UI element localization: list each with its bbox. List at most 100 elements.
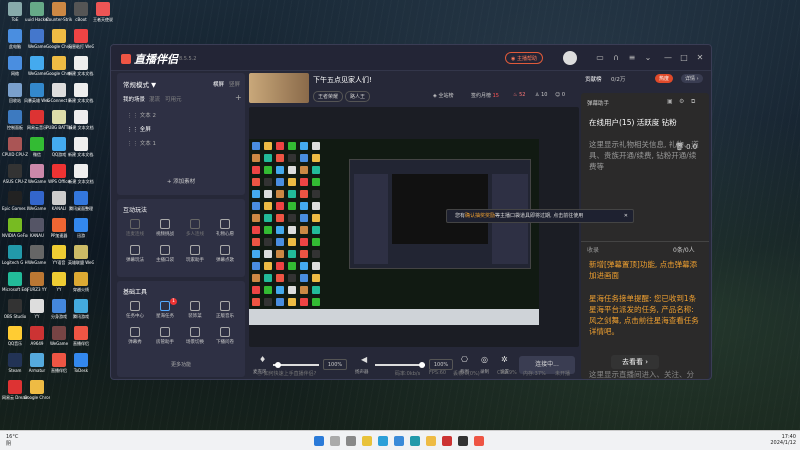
tab-mix[interactable]: 混流	[149, 95, 160, 103]
tool-song-request[interactable]: 弹幕点歌	[211, 245, 239, 263]
chrome-icon[interactable]	[426, 436, 436, 446]
quick-start-link[interactable]: ⓘ 如何快速上手直播伴侣?	[257, 370, 316, 377]
settings-dropdown-icon[interactable]: ⌄	[643, 53, 653, 63]
scene-item[interactable]: ⋮⋮ 文本 1	[127, 139, 156, 147]
add-scene-icon[interactable]: +	[235, 93, 242, 102]
start-icon[interactable]	[314, 436, 324, 446]
fans-rank[interactable]: 签约月榜 15	[471, 92, 499, 99]
scene-item[interactable]: ⋮⋮ 文本 2	[127, 111, 156, 119]
screenshot-icon[interactable]: ⎔	[461, 355, 468, 364]
tool-decoration[interactable]: 装饰菜	[181, 301, 209, 319]
speaker-icon[interactable]: ◀	[361, 355, 367, 364]
settings-icon[interactable]: ✲	[501, 355, 508, 364]
mic-volume-slider[interactable]	[273, 362, 319, 368]
category-tag[interactable]: 王者荣耀	[313, 91, 344, 102]
close-icon[interactable]: ✕	[624, 210, 628, 222]
mic-icon[interactable]: ♦	[259, 355, 266, 364]
tool-end-survey[interactable]: 下播问卷	[211, 327, 239, 345]
maximize-icon[interactable]: □	[679, 53, 689, 63]
desktop-icon[interactable]: 腾讯游戏	[68, 299, 94, 329]
app-icon	[8, 326, 22, 340]
desktop-icon[interactable]: 新建 文本文档.txt	[68, 56, 94, 86]
weather-widget[interactable]: 16°C 阴	[6, 434, 18, 447]
expiring-items-notice[interactable]: 您有确认抽奖奖励等主播口袋道具即将过期, 点击前往使用 ✕	[446, 209, 634, 223]
desktop-icon[interactable]: 王者天使说	[90, 2, 116, 32]
desktop-icon[interactable]: 无害粘打 WeGame	[68, 29, 94, 59]
live-companion-taskbar-icon[interactable]	[474, 436, 484, 446]
tool-multi-link[interactable]: 多人连线	[181, 219, 209, 237]
scene-item[interactable]: ⋮⋮ 全屏	[127, 125, 151, 133]
record-icon[interactable]: ◎	[481, 355, 488, 364]
desktop-icon[interactable]: 英雄联盟 WeGame	[68, 245, 94, 275]
feature-notice[interactable]: 新增[弹幕置顶]功能, 点击弹幕添加进画面	[589, 259, 701, 281]
star-task-notice[interactable]: 星海任务接单提醒: 您已收到1条星海平台派发的任务, 产品名称: 风之剑舞, 点…	[589, 293, 701, 363]
desktop-icon[interactable]: 新建 文本文档.txt	[68, 83, 94, 113]
desktop-icon[interactable]: ToDesk	[68, 353, 94, 383]
tab-my-scenes[interactable]: 我的场景	[123, 95, 145, 103]
clock[interactable]: 17:40 2024/1/12	[760, 434, 796, 446]
tool-gift-wish[interactable]: 礼物心愿	[211, 219, 239, 237]
search-icon[interactable]	[330, 436, 340, 446]
hot-button[interactable]: 热度	[655, 74, 674, 83]
title-bar: 直播伴侣 8.5.5.2 ◉ 主播帮助 ▭ ∩ ≡ ⌄ — □ ✕	[111, 45, 711, 71]
add-source-button[interactable]: + 添加素材	[117, 177, 245, 185]
desktop-icon-label: 英雄联盟 WeGame	[68, 260, 94, 265]
tool-link-mic[interactable]: 连麦连线	[121, 219, 149, 237]
avatar[interactable]	[563, 51, 577, 65]
desktop-icon[interactable]: Google Chrome	[24, 380, 50, 410]
mode-selector[interactable]: 常规模式 ▼	[123, 79, 156, 89]
popout-icon[interactable]: ⧉	[691, 98, 695, 106]
cover-thumbnail[interactable]	[249, 73, 309, 103]
contribution-tab[interactable]: 贡献榜	[585, 75, 602, 83]
file-explorer-icon[interactable]	[362, 436, 372, 446]
task-view-icon[interactable]	[346, 436, 356, 446]
captured-icon	[288, 274, 296, 282]
streamer-help-button[interactable]: ◉ 主播帮助	[505, 52, 543, 64]
tool-video-challenge[interactable]: 视频挑战	[151, 219, 179, 237]
music-app-icon[interactable]	[442, 436, 452, 446]
filter-icon[interactable]: ▣	[667, 98, 673, 105]
notice-link[interactable]: 确认抽奖奖励	[465, 213, 495, 219]
tool-star-task[interactable]: 星海任务 1	[151, 298, 179, 319]
detail-button[interactable]: 详情 ›	[681, 74, 703, 83]
tool-room-manager[interactable]: 房管助手	[151, 327, 179, 345]
tool-danmaku-game[interactable]: 弹幕玩法	[121, 245, 149, 263]
score-value: 🗑 0.0	[675, 143, 698, 151]
chat-icon[interactable]: ▭	[595, 53, 605, 63]
edge-icon[interactable]	[378, 436, 388, 446]
tool-scene-switch[interactable]: 场景切换	[181, 327, 209, 345]
live-preview[interactable]	[249, 107, 579, 347]
all-site-rank[interactable]: ◈ 全站榜	[433, 92, 453, 99]
desktop-icon[interactable]: 穿越火线	[68, 272, 94, 302]
desktop-icon[interactable]: 直播伴侣	[68, 326, 94, 356]
speaker-volume-slider[interactable]	[375, 362, 425, 368]
tool-music[interactable]: 正版音乐	[211, 301, 239, 319]
decoration-icon	[190, 301, 200, 311]
app-icon	[74, 218, 88, 232]
tool-task-center[interactable]: 任务中心	[121, 301, 149, 319]
minimize-icon[interactable]: —	[663, 53, 673, 63]
tool-streamer-pocket[interactable]: 主播口袋	[151, 245, 179, 263]
desktop-icon[interactable]: 腾讯桌面整理	[68, 191, 94, 221]
landscape-toggle[interactable]: 横屏	[213, 80, 224, 88]
obs-icon[interactable]	[458, 436, 468, 446]
tool-danmaku-show[interactable]: 弹幕秀	[121, 327, 149, 345]
menu-icon[interactable]: ≡	[627, 53, 637, 63]
tool-player-assistant[interactable]: 玩家助手	[181, 245, 209, 263]
message-tab[interactable]: 收录	[587, 245, 599, 254]
category-tag[interactable]: 路人王	[345, 91, 371, 102]
portrait-toggle[interactable]: 竖屏	[229, 80, 240, 88]
desktop-icon[interactable]: 新建 文本文档	[68, 164, 94, 194]
store-icon[interactable]	[394, 436, 404, 446]
stream-title[interactable]: 下午五点见家人们!	[313, 75, 372, 85]
desktop-icon[interactable]: 新建 文本文档	[68, 110, 94, 140]
desktop-icon[interactable]: 新建 文本文档.txt	[68, 137, 94, 167]
tab-available[interactable]: 可用元	[165, 95, 182, 103]
headset-icon[interactable]: ∩	[611, 53, 621, 63]
captured-icon	[300, 154, 308, 162]
desktop-icon[interactable]: 迅游	[68, 218, 94, 248]
app-icon[interactable]	[410, 436, 420, 446]
gear-icon[interactable]: ⚙	[679, 98, 684, 105]
close-icon[interactable]: ✕	[695, 53, 705, 63]
online-users[interactable]: 在线用户(15) 活跃度 钻粉	[589, 117, 701, 128]
